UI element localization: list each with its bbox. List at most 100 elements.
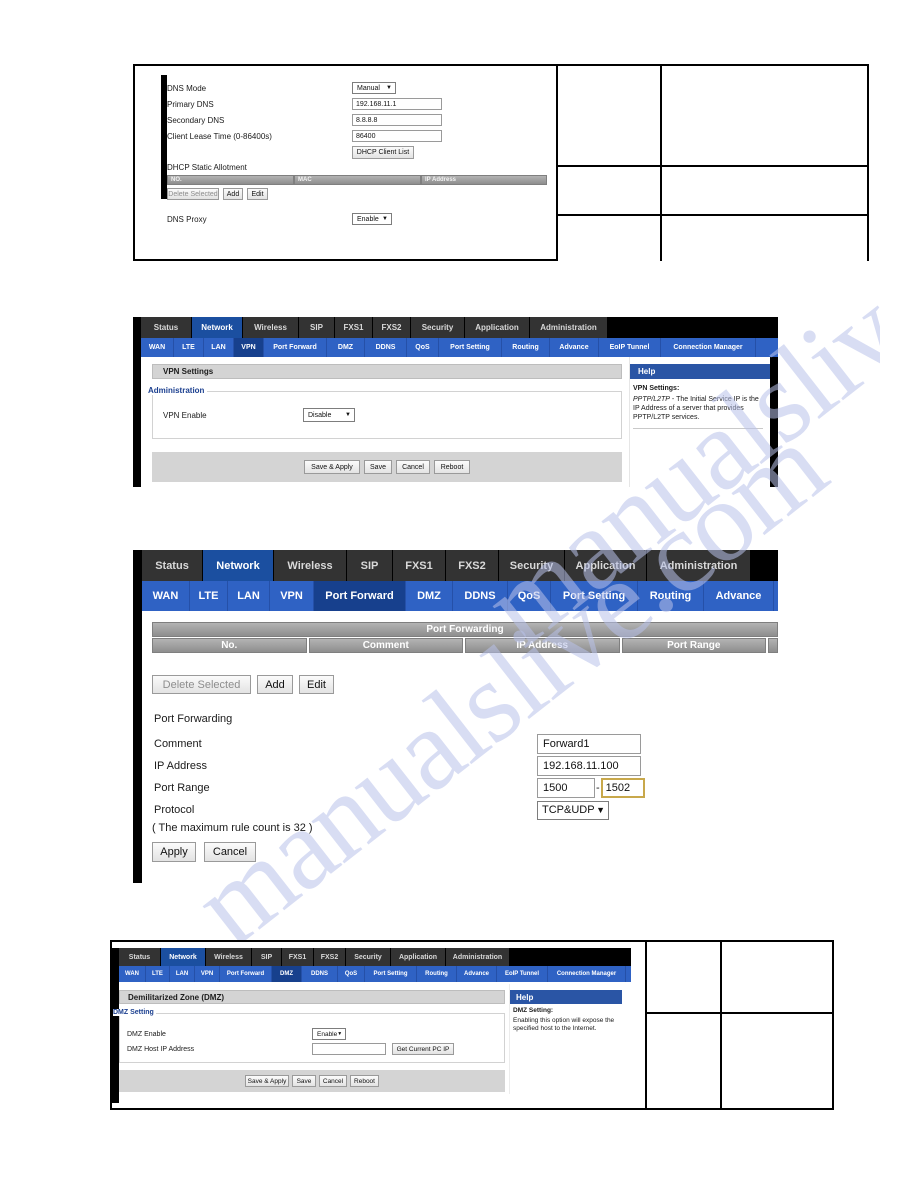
- primary-dns-input[interactable]: 192.168.11.1: [352, 98, 442, 110]
- ip-address-label: IP Address: [154, 760, 207, 772]
- vpn-enable-select[interactable]: Disable ▼: [303, 408, 355, 422]
- subtab-qos[interactable]: QoS: [338, 966, 365, 982]
- subtab-lte[interactable]: LTE: [174, 338, 204, 357]
- delete-selected-button[interactable]: Delete Selected: [167, 188, 219, 200]
- subtab-wan[interactable]: WAN: [119, 966, 146, 982]
- cancel-button[interactable]: Cancel: [204, 842, 256, 862]
- tab-wireless[interactable]: Wireless: [274, 550, 347, 581]
- tab-status[interactable]: Status: [142, 550, 203, 581]
- save-button[interactable]: Save: [292, 1075, 316, 1087]
- tab-sip[interactable]: SIP: [252, 948, 282, 966]
- dns-proxy-select[interactable]: Enable ▼: [352, 213, 392, 225]
- tab-network[interactable]: Network: [203, 550, 274, 581]
- tab-network[interactable]: Network: [161, 948, 206, 966]
- dhcp-client-list-button[interactable]: DHCP Client List: [352, 146, 414, 159]
- subtab-port-setting[interactable]: Port Setting: [551, 581, 638, 611]
- protocol-select[interactable]: TCP&UDP ▼: [537, 800, 609, 820]
- apply-button[interactable]: Apply: [152, 842, 196, 862]
- tab-fxs2[interactable]: FXS2: [373, 317, 411, 338]
- reboot-button[interactable]: Reboot: [350, 1075, 379, 1087]
- tab-application[interactable]: Application: [465, 317, 530, 338]
- reboot-button[interactable]: Reboot: [434, 460, 470, 474]
- edit-button[interactable]: Edit: [247, 188, 268, 200]
- tab-application[interactable]: Application: [391, 948, 446, 966]
- subtab-lan[interactable]: LAN: [170, 966, 195, 982]
- tab-fxs1[interactable]: FXS1: [282, 948, 314, 966]
- dmz-enable-select[interactable]: Enable ▼: [312, 1028, 346, 1040]
- tab-security[interactable]: Security: [411, 317, 465, 338]
- subtab-vpn[interactable]: VPN: [234, 338, 264, 357]
- comment-input[interactable]: Forward1: [537, 734, 641, 754]
- delete-selected-button[interactable]: Delete Selected: [152, 675, 251, 694]
- tab-fxs2[interactable]: FXS2: [446, 550, 499, 581]
- subtab-eoip-tunnel[interactable]: EoIP Tunnel: [497, 966, 548, 982]
- tab-security[interactable]: Security: [346, 948, 391, 966]
- get-current-pc-ip-button[interactable]: Get Current PC IP: [392, 1043, 454, 1055]
- tab-wireless[interactable]: Wireless: [206, 948, 252, 966]
- primary-tab-bar: Status Network Wireless SIP FXS1 FXS2 Se…: [141, 317, 778, 338]
- client-lease-time-input[interactable]: 86400: [352, 130, 442, 142]
- subtab-lan[interactable]: LAN: [228, 581, 270, 611]
- subtab-dmz[interactable]: DMZ: [272, 966, 302, 982]
- tab-administration[interactable]: Administration: [647, 550, 751, 581]
- subtab-port-forward[interactable]: Port Forward: [220, 966, 272, 982]
- ip-address-input[interactable]: 192.168.11.100: [537, 756, 641, 776]
- tab-sip[interactable]: SIP: [347, 550, 393, 581]
- subtab-port-forward[interactable]: Port Forward: [264, 338, 327, 357]
- subtab-routing[interactable]: Routing: [417, 966, 457, 982]
- dmz-host-ip-input[interactable]: [312, 1043, 386, 1055]
- subtab-vpn[interactable]: VPN: [270, 581, 314, 611]
- add-button[interactable]: Add: [223, 188, 243, 200]
- save-button[interactable]: Save: [364, 460, 392, 474]
- subtab-vpn[interactable]: VPN: [195, 966, 220, 982]
- subtab-qos[interactable]: QoS: [508, 581, 551, 611]
- field-dns-mode: DNS Mode Manual ▼: [167, 81, 547, 95]
- subtab-connection-manager[interactable]: Connection Manager: [548, 966, 626, 982]
- subtab-advance[interactable]: Advance: [550, 338, 599, 357]
- subtab-advance[interactable]: Advance: [457, 966, 497, 982]
- dns-mode-select[interactable]: Manual ▼: [352, 82, 396, 94]
- subtab-dmz[interactable]: DMZ: [327, 338, 365, 357]
- subtab-port-setting[interactable]: Port Setting: [365, 966, 417, 982]
- subtab-wan[interactable]: WAN: [141, 338, 174, 357]
- tab-security[interactable]: Security: [499, 550, 565, 581]
- port-range-start-input[interactable]: 1500: [537, 778, 595, 798]
- subtab-ddns[interactable]: DDNS: [365, 338, 407, 357]
- subtab-qos[interactable]: QoS: [407, 338, 439, 357]
- tab-sip[interactable]: SIP: [299, 317, 335, 338]
- tab-fxs1[interactable]: FXS1: [335, 317, 373, 338]
- subtab-port-setting[interactable]: Port Setting: [439, 338, 502, 357]
- table-border-row2: [556, 165, 869, 167]
- subtab-lan[interactable]: LAN: [204, 338, 234, 357]
- cancel-button[interactable]: Cancel: [319, 1075, 347, 1087]
- footer-button-bar: Save & Apply Save Cancel Reboot: [152, 452, 622, 482]
- tab-fxs2[interactable]: FXS2: [314, 948, 346, 966]
- subtab-lte[interactable]: LTE: [146, 966, 170, 982]
- cancel-button[interactable]: Cancel: [396, 460, 430, 474]
- tab-application[interactable]: Application: [565, 550, 647, 581]
- tab-administration[interactable]: Administration: [530, 317, 608, 338]
- subtab-lte[interactable]: LTE: [190, 581, 228, 611]
- subtab-routing[interactable]: Routing: [502, 338, 550, 357]
- edit-button[interactable]: Edit: [299, 675, 334, 694]
- subtab-dmz[interactable]: DMZ: [406, 581, 453, 611]
- tab-status[interactable]: Status: [141, 317, 192, 338]
- tab-administration[interactable]: Administration: [446, 948, 510, 966]
- secondary-dns-input[interactable]: 8.8.8.8: [352, 114, 442, 126]
- subtab-ddns[interactable]: DDNS: [453, 581, 508, 611]
- tab-fxs1[interactable]: FXS1: [393, 550, 446, 581]
- port-range-end-input[interactable]: 1502: [600, 778, 645, 798]
- subtab-advance[interactable]: Advance: [704, 581, 774, 611]
- add-button[interactable]: Add: [257, 675, 293, 694]
- save-apply-button[interactable]: Save & Apply: [304, 460, 360, 474]
- subtab-port-forward[interactable]: Port Forward: [314, 581, 406, 611]
- subtab-eoip-tunnel[interactable]: EoIP Tunnel: [599, 338, 661, 357]
- subtab-wan[interactable]: WAN: [142, 581, 190, 611]
- tab-wireless[interactable]: Wireless: [243, 317, 299, 338]
- tab-network[interactable]: Network: [192, 317, 243, 338]
- subtab-ddns[interactable]: DDNS: [302, 966, 338, 982]
- subtab-routing[interactable]: Routing: [638, 581, 704, 611]
- subtab-connection-manager[interactable]: Connection Manager: [661, 338, 756, 357]
- save-apply-button[interactable]: Save & Apply: [245, 1075, 289, 1087]
- tab-status[interactable]: Status: [119, 948, 161, 966]
